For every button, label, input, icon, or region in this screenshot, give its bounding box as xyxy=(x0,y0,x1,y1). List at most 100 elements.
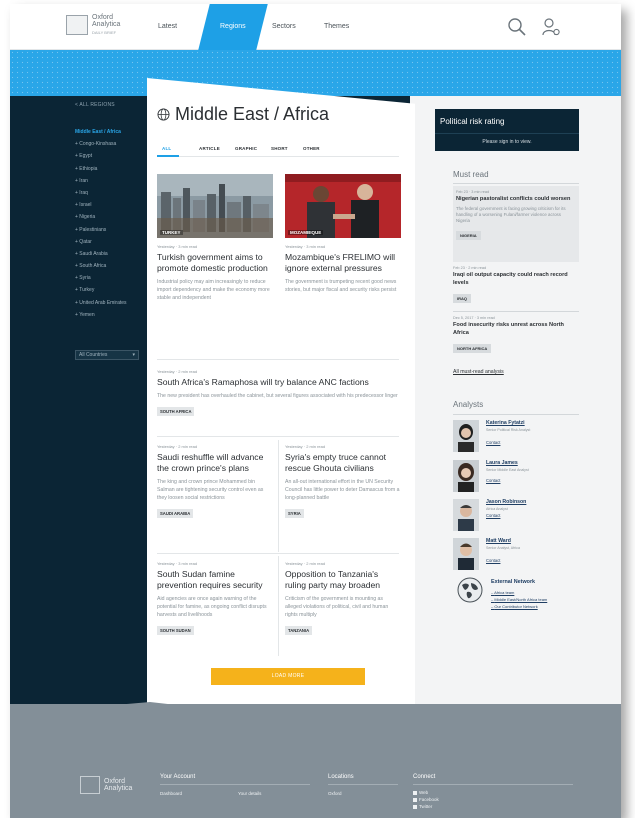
external-link-africa[interactable]: – Africa team xyxy=(491,589,547,596)
must-read-headline[interactable]: Iraqi oil output capacity could reach re… xyxy=(453,272,579,287)
analyst-role: Africa Analyst xyxy=(486,507,508,511)
analyst-contact-link[interactable]: Contact xyxy=(486,513,500,518)
sidebar-item-saudi-arabia[interactable]: + Saudi Arabia xyxy=(75,248,127,260)
country-select-value: All Countries xyxy=(79,352,108,358)
country-tag[interactable]: NORTH AFRICA xyxy=(453,344,492,353)
must-read-headline[interactable]: Nigerian pastoralist conflicts could wor… xyxy=(456,196,576,204)
nav-themes[interactable]: Themes xyxy=(324,4,349,50)
analyst-contact-link[interactable]: Contact xyxy=(486,440,500,445)
content-tabs: ALL ARTICLE GRAPHIC SHORT OTHER xyxy=(157,140,399,157)
analyst-contact-link[interactable]: Contact xyxy=(486,558,500,563)
analyst-contact-link[interactable]: Contact xyxy=(486,478,500,483)
must-read-item[interactable]: Feb 23 · 2 min read Iraqi oil output cap… xyxy=(453,266,579,305)
search-icon[interactable] xyxy=(507,17,527,37)
footer-link-your-details[interactable]: Your details xyxy=(238,791,261,796)
risk-title: Political risk rating xyxy=(440,117,505,126)
footer-link-label: Web xyxy=(419,790,429,795)
globe-icon xyxy=(157,108,170,121)
oxford-analytica-logo[interactable]: Oxford Analytica DAILY BRIEF xyxy=(66,14,120,35)
sidebar-item-egypt[interactable]: + Egypt xyxy=(75,150,127,162)
country-tag[interactable]: SOUTH AFRICA xyxy=(157,407,195,416)
sidebar-item-iran[interactable]: + Iran xyxy=(75,175,127,187)
sign-in-link[interactable]: Please sign in to view. xyxy=(435,139,579,145)
footer-link-dashboard[interactable]: Dashboard xyxy=(160,791,182,796)
article-summary: The new president has overhauled the cab… xyxy=(157,393,398,399)
all-must-read-link[interactable]: All must-read analysis xyxy=(453,369,579,375)
section-divider xyxy=(157,553,399,554)
country-tag[interactable]: SYRIA xyxy=(285,509,304,518)
footer-link-facebook[interactable]: Facebook xyxy=(413,797,439,802)
active-tab-indicator xyxy=(157,155,179,157)
sidebar-item-yemen[interactable]: + Yemen xyxy=(75,309,127,321)
country-tag[interactable]: NIGERIA xyxy=(456,230,481,240)
country-tag[interactable]: SOUTH SUDAN xyxy=(157,626,194,635)
sidebar-item-nigeria[interactable]: + Nigeria xyxy=(75,211,127,223)
world-globe-icon xyxy=(457,577,483,603)
section-divider xyxy=(157,436,399,437)
sidebar-item-turkey[interactable]: + Turkey xyxy=(75,284,127,296)
nav-latest[interactable]: Latest xyxy=(158,4,177,50)
sidebar-item-congo-kinshasa[interactable]: + Congo-Kinshasa xyxy=(75,138,127,150)
analyst-card: Matt Ward Senior Analyst, Africa Contact xyxy=(453,538,579,570)
country-tag[interactable]: SAUDI ARABIA xyxy=(157,509,194,518)
user-settings-icon[interactable] xyxy=(541,17,561,37)
must-read-item[interactable]: Feb 23 · 3 min read Nigerian pastoralist… xyxy=(456,190,576,242)
footer-link-web[interactable]: Web xyxy=(413,790,428,795)
sidebar-item-syria[interactable]: + Syria xyxy=(75,272,127,284)
must-read-meta: Dec 5, 2017 · 3 min read xyxy=(453,316,495,320)
load-more-button[interactable]: LOAD MORE xyxy=(211,668,365,685)
tab-short[interactable]: SHORT xyxy=(271,146,288,151)
external-link-label: Middle East/North Africa team xyxy=(494,597,548,602)
sidebar-item-iraq[interactable]: + Iraq xyxy=(75,187,127,199)
sidebar-item-ethiopia[interactable]: + Ethiopia xyxy=(75,163,127,175)
article-card-south-africa[interactable]: Yesterday · 2 min read South Africa's Ra… xyxy=(157,363,399,418)
nav-regions[interactable]: Regions xyxy=(198,4,268,50)
analyst-name[interactable]: Katerina Fytatzi xyxy=(486,420,525,426)
country-tag[interactable]: IRAQ xyxy=(453,294,471,303)
must-read-item[interactable]: Dec 5, 2017 · 3 min read Food insecurity… xyxy=(453,316,579,355)
article-headline[interactable]: South Africa's Ramaphosa will try balanc… xyxy=(157,377,399,388)
nav-sectors[interactable]: Sectors xyxy=(272,4,296,50)
analyst-name[interactable]: Jason Robinson xyxy=(486,499,526,505)
analyst-name[interactable]: Laura James xyxy=(486,460,518,466)
article-card-tanzania[interactable]: Yesterday · 2 min read Opposition to Tan… xyxy=(285,555,401,637)
external-link-mena[interactable]: – Middle East/North Africa team xyxy=(491,596,547,603)
sidebar-item-middle-east-africa[interactable]: Middle East / Africa xyxy=(75,126,127,138)
article-headline[interactable]: Opposition to Tanzania's ruling party ma… xyxy=(285,569,401,591)
article-card-turkey[interactable]: TURKEY Yesterday · 3 min read Turkish go… xyxy=(157,174,273,302)
analyst-name[interactable]: Matt Ward xyxy=(486,538,511,544)
logo-line2: Analytica xyxy=(92,21,121,28)
article-meta: Yesterday · 2 min read xyxy=(157,369,198,374)
article-card-mozambique[interactable]: MOZAMBIQUE Yesterday · 3 min read Mozamb… xyxy=(285,174,401,294)
article-headline[interactable]: Syria's empty truce cannot rescue Ghouta… xyxy=(285,452,401,474)
footer-logo[interactable]: Oxford Analytica xyxy=(80,776,132,794)
must-read-headline[interactable]: Food insecurity risks unrest across Nort… xyxy=(453,322,579,337)
sidebar-item-south-africa[interactable]: + South Africa xyxy=(75,260,127,272)
footer-link-twitter[interactable]: Twitter xyxy=(413,804,432,809)
article-card-syria[interactable]: Yesterday · 2 min read Syria's empty tru… xyxy=(285,438,401,520)
article-headline[interactable]: Turkish government aims to promote domes… xyxy=(157,252,273,274)
country-tag[interactable]: TANZANIA xyxy=(285,626,313,635)
country-select[interactable]: All Countries ▾ xyxy=(75,350,139,360)
sidebar-item-israel[interactable]: + Israel xyxy=(75,199,127,211)
external-network-heading: External Network xyxy=(491,579,536,585)
tab-graphic[interactable]: GRAPHIC xyxy=(235,146,257,151)
tab-all[interactable]: ALL xyxy=(162,146,171,151)
region-list: Middle East / Africa + Congo-Kinshasa + … xyxy=(75,126,127,321)
page-heading: Middle East / Africa xyxy=(157,104,329,125)
all-regions-link[interactable]: < ALL REGIONS xyxy=(75,102,115,108)
article-card-south-sudan[interactable]: Yesterday · 3 min read South Sudan famin… xyxy=(157,555,273,637)
article-headline[interactable]: South Sudan famine prevention requires s… xyxy=(157,569,273,591)
sidebar-item-uae[interactable]: + United Arab Emirates xyxy=(75,297,127,309)
external-link-contributors[interactable]: – Our Contributor Network xyxy=(491,603,547,610)
footer-link-oxford[interactable]: Oxford xyxy=(328,791,342,796)
analysts-heading: Analysts xyxy=(453,400,484,409)
tab-other[interactable]: OTHER xyxy=(303,146,320,151)
article-card-saudi[interactable]: Yesterday · 2 min read Saudi reshuffle w… xyxy=(157,438,273,520)
article-summary: Criticism of the government is mounting … xyxy=(285,596,389,618)
tab-article[interactable]: ARTICLE xyxy=(199,146,220,151)
article-headline[interactable]: Mozambique's FRELIMO will ignore externa… xyxy=(285,252,401,274)
article-headline[interactable]: Saudi reshuffle will advance the crown p… xyxy=(157,452,273,474)
sidebar-item-qatar[interactable]: + Qatar xyxy=(75,236,127,248)
sidebar-item-palestinians[interactable]: + Palestinians xyxy=(75,224,127,236)
